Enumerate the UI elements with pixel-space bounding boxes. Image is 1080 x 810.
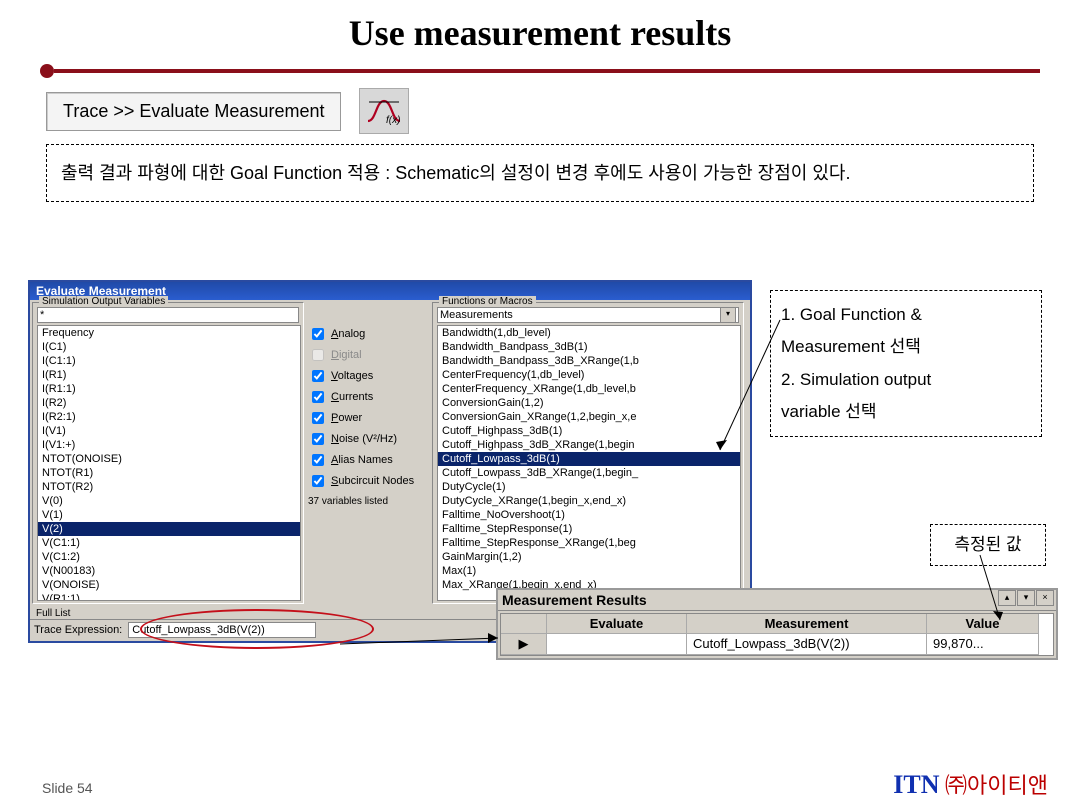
slide-number: Slide 54 bbox=[42, 780, 93, 796]
filter-voltages-checkbox[interactable]: Voltages bbox=[308, 367, 428, 385]
annotation-line3: 2. Simulation output bbox=[781, 364, 1031, 396]
annotation-measured-value: 측정된 값 bbox=[930, 524, 1046, 566]
results-table: Evaluate Measurement Value ▶ Cutoff_Lowp… bbox=[500, 613, 1054, 656]
variable-item[interactable]: I(R2:1) bbox=[38, 410, 300, 424]
simulation-output-legend: Simulation Output Variables bbox=[39, 296, 168, 307]
results-header-evaluate: Evaluate bbox=[547, 614, 687, 634]
function-item[interactable]: ConversionGain(1,2) bbox=[438, 396, 740, 410]
filter-currents-checkbox[interactable]: Currents bbox=[308, 388, 428, 406]
function-item[interactable]: ConversionGain_XRange(1,2,begin_x,e bbox=[438, 410, 740, 424]
function-item[interactable]: Cutoff_Lowpass_3dB_XRange(1,begin_ bbox=[438, 466, 740, 480]
function-item[interactable]: Falltime_NoOvershoot(1) bbox=[438, 508, 740, 522]
variable-item[interactable]: I(C1:1) bbox=[38, 354, 300, 368]
variable-item[interactable]: I(R2) bbox=[38, 396, 300, 410]
function-item[interactable]: GainMargin(1,2) bbox=[438, 550, 740, 564]
filter-alias-checkbox[interactable]: Alias Names bbox=[308, 451, 428, 469]
next-button[interactable]: ▾ bbox=[1017, 590, 1035, 606]
function-item[interactable]: Cutoff_Highpass_3dB(1) bbox=[438, 424, 740, 438]
results-title: Measurement Results bbox=[500, 590, 649, 610]
function-item[interactable]: CenterFrequency_XRange(1,db_level,b bbox=[438, 382, 740, 396]
variable-item[interactable]: I(R1) bbox=[38, 368, 300, 382]
results-row-evaluate bbox=[547, 634, 687, 655]
functions-listbox[interactable]: Bandwidth(1,db_level)Bandwidth_Bandpass_… bbox=[437, 325, 741, 601]
results-window-controls: ▴ ▾ × bbox=[998, 590, 1054, 610]
filter-analog-checkbox[interactable]: Analog bbox=[308, 325, 428, 343]
trace-expression-input[interactable]: Cutoff_Lowpass_3dB(V(2)) bbox=[128, 622, 316, 638]
function-item[interactable]: Cutoff_Lowpass_3dB(1) bbox=[438, 452, 740, 466]
results-header-measurement: Measurement bbox=[687, 614, 927, 634]
function-item[interactable]: Falltime_StepResponse_XRange(1,beg bbox=[438, 536, 740, 550]
variable-item[interactable]: V(R1:1) bbox=[38, 592, 300, 601]
results-row-measurement: Cutoff_Lowpass_3dB(V(2)) bbox=[687, 634, 927, 655]
variable-item[interactable]: V(N00183) bbox=[38, 564, 300, 578]
annotation-steps: 1. Goal Function & Measurement 선택 2. Sim… bbox=[770, 290, 1042, 437]
menu-path-row: Trace >> Evaluate Measurement f(x) bbox=[46, 88, 1034, 134]
evaluate-measurement-toolbar-icon: f(x) bbox=[359, 88, 409, 134]
annotation-line4: variable 선택 bbox=[781, 396, 1031, 428]
variable-item[interactable]: V(C1:1) bbox=[38, 536, 300, 550]
menu-path-label: Trace >> Evaluate Measurement bbox=[46, 92, 341, 131]
function-item[interactable]: Falltime_StepResponse(1) bbox=[438, 522, 740, 536]
brand-itn: ITN bbox=[893, 770, 939, 799]
measurement-results-panel: Measurement Results ▴ ▾ × Evaluate Measu… bbox=[496, 588, 1058, 660]
variable-item[interactable]: I(R1:1) bbox=[38, 382, 300, 396]
divider-line bbox=[54, 69, 1040, 73]
function-item[interactable]: DutyCycle_XRange(1,begin_x,end_x) bbox=[438, 494, 740, 508]
filter-power-checkbox[interactable]: Power bbox=[308, 409, 428, 427]
results-row-value: 99,870... bbox=[927, 634, 1039, 655]
functions-category-combo[interactable]: Measurements ▾ bbox=[437, 307, 739, 323]
brand-footer: ITN ㈜아이티앤 bbox=[893, 768, 1048, 800]
brand-korean: ㈜아이티앤 bbox=[945, 773, 1048, 798]
results-header-value: Value bbox=[927, 614, 1039, 634]
variable-item[interactable]: V(1) bbox=[38, 508, 300, 522]
variable-item[interactable]: NTOT(R1) bbox=[38, 466, 300, 480]
svg-text:f(x): f(x) bbox=[386, 115, 400, 126]
trace-expression-label: Trace Expression: bbox=[34, 624, 122, 636]
close-button[interactable]: × bbox=[1036, 590, 1054, 606]
filter-subckt-checkbox[interactable]: Subcircuit Nodes bbox=[308, 472, 428, 490]
function-item[interactable]: Bandwidth(1,db_level) bbox=[438, 326, 740, 340]
variable-filter-input[interactable] bbox=[37, 307, 299, 323]
function-item[interactable]: CenterFrequency(1,db_level) bbox=[438, 368, 740, 382]
variable-item[interactable]: NTOT(R2) bbox=[38, 480, 300, 494]
functions-legend: Functions or Macros bbox=[439, 296, 536, 307]
variable-count-label: 37 variables listed bbox=[308, 496, 428, 507]
function-item[interactable]: Bandwidth_Bandpass_3dB_XRange(1,b bbox=[438, 354, 740, 368]
variable-item[interactable]: Frequency bbox=[38, 326, 300, 340]
function-item[interactable]: Bandwidth_Bandpass_3dB(1) bbox=[438, 340, 740, 354]
title-divider bbox=[40, 64, 1040, 78]
chevron-down-icon: ▾ bbox=[720, 307, 736, 323]
functions-combo-value: Measurements bbox=[440, 309, 513, 321]
variable-item[interactable]: V(0) bbox=[38, 494, 300, 508]
divider-dot bbox=[40, 64, 54, 78]
results-titlebar: Measurement Results ▴ ▾ × bbox=[498, 590, 1056, 611]
variable-item[interactable]: I(V1:+) bbox=[38, 438, 300, 452]
filter-checkbox-column: Analog Digital Voltages Currents Power Noise … bbox=[308, 302, 428, 604]
description-box: 출력 결과 파형에 대한 Goal Function 적용 : Schemati… bbox=[46, 144, 1034, 202]
function-item[interactable]: DutyCycle(1) bbox=[438, 480, 740, 494]
variable-item[interactable]: V(2) bbox=[38, 522, 300, 536]
function-item[interactable]: Cutoff_Highpass_3dB_XRange(1,begin bbox=[438, 438, 740, 452]
variable-listbox[interactable]: FrequencyI(C1)I(C1:1)I(R1)I(R1:1)I(R2)I(… bbox=[37, 325, 301, 601]
filter-digital-checkbox: Digital bbox=[308, 346, 428, 364]
variable-item[interactable]: V(ONOISE) bbox=[38, 578, 300, 592]
functions-group: Functions or Macros Measurements ▾ Bandw… bbox=[432, 302, 744, 604]
variable-item[interactable]: I(C1) bbox=[38, 340, 300, 354]
results-header-blank bbox=[501, 614, 547, 634]
variable-item[interactable]: I(V1) bbox=[38, 424, 300, 438]
results-row-marker: ▶ bbox=[501, 634, 547, 655]
variable-item[interactable]: V(C1:2) bbox=[38, 550, 300, 564]
slide-title: Use measurement results bbox=[0, 0, 1080, 60]
simulation-output-group: Simulation Output Variables FrequencyI(C… bbox=[32, 302, 304, 604]
prev-button[interactable]: ▴ bbox=[998, 590, 1016, 606]
filter-noise-checkbox[interactable]: Noise (V²/Hz) bbox=[308, 430, 428, 448]
variable-item[interactable]: NTOT(ONOISE) bbox=[38, 452, 300, 466]
annotation-line2: Measurement 선택 bbox=[781, 331, 1031, 363]
function-item[interactable]: Max(1) bbox=[438, 564, 740, 578]
annotation-line1: 1. Goal Function & bbox=[781, 299, 1031, 331]
